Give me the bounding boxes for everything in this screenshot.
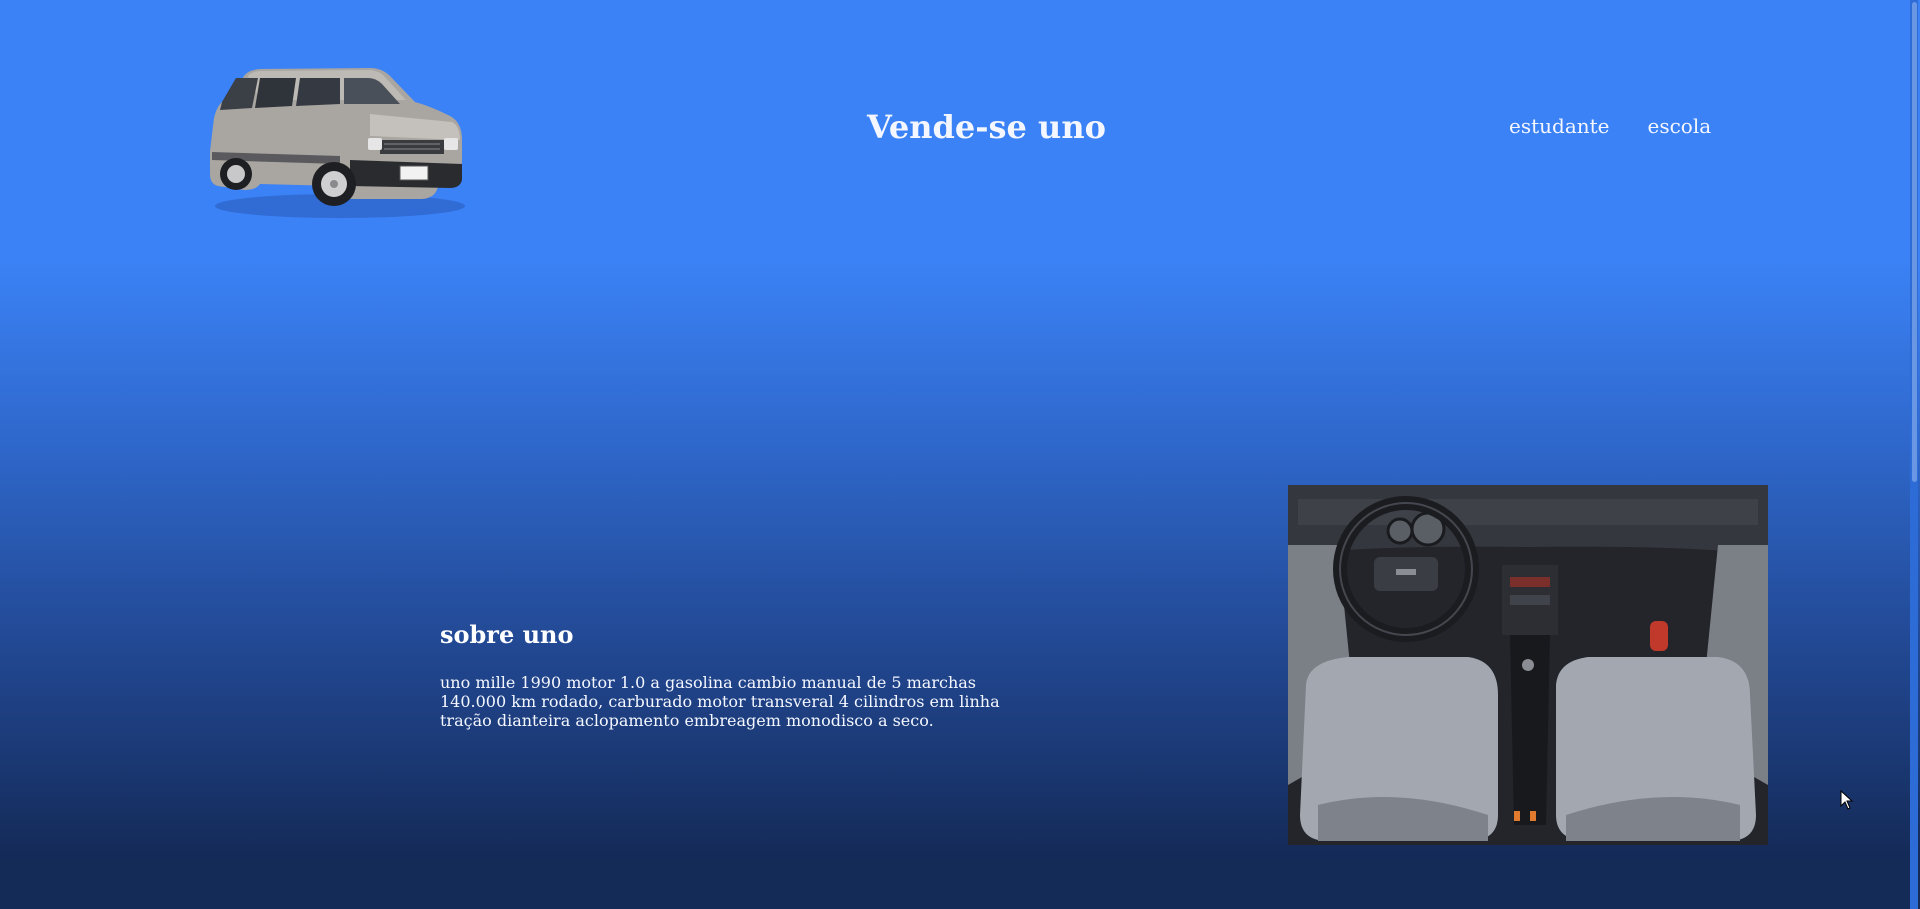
car-interior-image [1288, 485, 1768, 845]
nav-link-escola[interactable]: escola [1648, 114, 1712, 138]
nav-link-estudante[interactable]: estudante [1509, 114, 1610, 138]
about-line: uno mille 1990 motor 1.0 a gasolina camb… [440, 673, 977, 692]
vertical-scrollbar[interactable] [1910, 0, 1918, 909]
about-line: 140.000 km rodado, carburado motor trans… [440, 692, 1000, 711]
about-section: sobre uno uno mille 1990 motor 1.0 a gas… [440, 620, 1060, 730]
about-line: tração dianteira aclopamento embreagem m… [440, 711, 934, 730]
page-title: Vende-se uno [867, 108, 1106, 146]
scrollbar-thumb[interactable] [1912, 2, 1917, 482]
car-interior-photo [1288, 485, 1768, 845]
main-nav: estudante escola [1509, 114, 1711, 138]
about-description: uno mille 1990 motor 1.0 a gasolina camb… [440, 673, 1060, 730]
mouse-cursor-icon [1840, 790, 1854, 810]
page: Vende-se uno estudante escola sobre uno … [0, 0, 1918, 909]
about-heading: sobre uno [440, 620, 574, 649]
car-logo-image[interactable] [200, 56, 480, 226]
car-exterior-icon [210, 68, 465, 218]
